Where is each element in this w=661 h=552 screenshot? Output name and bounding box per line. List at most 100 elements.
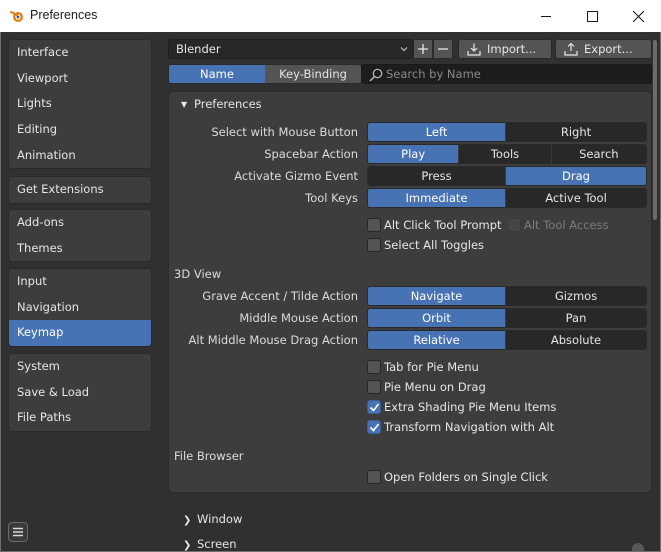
preferences-menu-button[interactable] <box>8 522 28 542</box>
chevron-right-icon: ❯ <box>183 515 192 526</box>
keymap-preset-dropdown[interactable]: Blender <box>168 39 413 59</box>
middle-mouse-action-label: Middle Mouse Action <box>239 311 358 325</box>
sidebar-item-themes[interactable]: Themes <box>9 236 151 262</box>
minimize-button[interactable] <box>523 0 569 32</box>
select-mouse-button-selector: Left Right <box>367 122 647 142</box>
checkbox-box <box>367 217 381 232</box>
tool-keys-label: Tool Keys <box>305 191 358 205</box>
option-right[interactable]: Right <box>506 123 646 141</box>
sidebar-item-save-load[interactable]: Save & Load <box>9 380 151 406</box>
checkbox-label: Open Folders on Single Click <box>384 470 548 484</box>
checkbox-box <box>507 217 521 232</box>
blender-logo-icon <box>10 11 23 22</box>
section-file-browser-title: File Browser <box>174 449 244 463</box>
spacebar-action-selector: Play Tools Search <box>367 144 647 164</box>
export-icon <box>564 43 578 56</box>
alt-middle-mouse-drag-selector: Relative Absolute <box>367 330 647 350</box>
plus-icon <box>418 44 428 54</box>
checkbox-label: Alt Tool Access <box>524 218 609 232</box>
select-all-toggles-checkbox[interactable]: Select All Toggles <box>367 237 485 254</box>
preset-value: Blender <box>176 42 221 56</box>
grave-accent-action-label: Grave Accent / Tilde Action <box>202 289 358 303</box>
sidebar-item-keymap[interactable]: Keymap <box>9 320 151 347</box>
sidebar-group-addons: Add-ons Themes <box>8 209 152 263</box>
vertical-scrollbar[interactable] <box>653 40 657 220</box>
sidebar-item-add-ons[interactable]: Add-ons <box>9 210 151 236</box>
option-relative[interactable]: Relative <box>368 331 507 349</box>
sidebar-item-interface[interactable]: Interface <box>9 40 151 66</box>
panel-header-label: Preferences <box>194 97 262 111</box>
sidebar-item-lights[interactable]: Lights <box>9 91 151 117</box>
option-navigate[interactable]: Navigate <box>368 287 507 305</box>
checkbox-box <box>367 469 381 484</box>
export-button[interactable]: Export... <box>555 39 652 59</box>
option-play[interactable]: Play <box>368 145 460 163</box>
extra-shading-pie-menu-items-checkbox[interactable]: Extra Shading Pie Menu Items <box>367 399 557 416</box>
checkbox-box <box>367 399 381 414</box>
checkbox-box <box>367 379 381 394</box>
tab-for-pie-menu-checkbox[interactable]: Tab for Pie Menu <box>367 359 479 376</box>
activate-gizmo-event-label: Activate Gizmo Event <box>234 169 358 183</box>
minus-icon <box>438 48 448 50</box>
checkbox-label: Tab for Pie Menu <box>384 360 479 374</box>
option-orbit[interactable]: Orbit <box>368 309 507 327</box>
alt-tool-access-checkbox[interactable]: Alt Tool Access <box>507 217 609 234</box>
section-label: Window <box>197 512 243 526</box>
section-window-collapsed[interactable]: ❯ Window <box>183 512 242 528</box>
hamburger-menu-icon <box>13 527 23 537</box>
tab-name[interactable]: Name <box>169 65 265 83</box>
sidebar-item-input[interactable]: Input <box>9 269 151 295</box>
option-press[interactable]: Press <box>368 167 507 185</box>
section-screen-collapsed[interactable]: ❯ Screen <box>183 537 237 552</box>
checkbox-label: Alt Click Tool Prompt <box>384 218 502 232</box>
option-drag[interactable]: Drag <box>506 167 646 185</box>
sidebar-group-editing: Interface Viewport Lights Editing Animat… <box>8 39 152 170</box>
sidebar-item-file-paths[interactable]: File Paths <box>9 405 151 431</box>
option-active-tool[interactable]: Active Tool <box>506 189 646 207</box>
search-placeholder: Search by Name <box>386 67 481 81</box>
add-preset-button[interactable] <box>413 39 433 59</box>
option-pan[interactable]: Pan <box>506 309 646 327</box>
option-absolute[interactable]: Absolute <box>506 331 646 349</box>
transform-navigation-with-alt-checkbox[interactable]: Transform Navigation with Alt <box>367 419 555 436</box>
option-left[interactable]: Left <box>368 123 507 141</box>
sidebar-item-animation[interactable]: Animation <box>9 143 151 169</box>
remove-preset-button[interactable] <box>433 39 453 59</box>
search-input[interactable]: Search by Name <box>361 64 652 84</box>
option-immediate[interactable]: Immediate <box>368 189 507 207</box>
activate-gizmo-event-selector: Press Drag <box>367 166 647 186</box>
alt-middle-mouse-drag-label: Alt Middle Mouse Drag Action <box>188 333 358 347</box>
import-button[interactable]: Import... <box>458 39 552 59</box>
resize-handle[interactable] <box>632 543 644 552</box>
section-3d-view-title: 3D View <box>174 267 222 281</box>
import-label: Import... <box>487 42 537 56</box>
sidebar-item-viewport[interactable]: Viewport <box>9 66 151 92</box>
close-button[interactable] <box>615 0 661 32</box>
checkbox-box <box>367 359 381 374</box>
keymap-filter-tabs: Name Key-Binding <box>168 64 362 84</box>
minimize-icon <box>541 16 551 17</box>
open-folders-single-click-checkbox[interactable]: Open Folders on Single Click <box>367 469 548 486</box>
sidebar-item-navigation[interactable]: Navigation <box>9 295 151 321</box>
tab-key-binding[interactable]: Key-Binding <box>265 65 361 83</box>
checkbox-label: Select All Toggles <box>384 238 485 252</box>
sidebar-item-editing[interactable]: Editing <box>9 117 151 143</box>
option-search[interactable]: Search <box>551 145 646 163</box>
checkbox-label: Extra Shading Pie Menu Items <box>384 400 557 414</box>
sidebar-item-system[interactable]: System <box>9 354 151 380</box>
sidebar-group-system: System Save & Load File Paths <box>8 353 152 433</box>
preferences-panel-header[interactable]: ▼ Preferences <box>181 97 262 112</box>
option-gizmos[interactable]: Gizmos <box>506 287 646 305</box>
close-icon <box>632 10 644 22</box>
middle-mouse-action-selector: Orbit Pan <box>367 308 647 328</box>
tool-keys-selector: Immediate Active Tool <box>367 188 647 208</box>
checkbox-box <box>367 419 381 434</box>
alt-click-tool-prompt-checkbox[interactable]: Alt Click Tool Prompt <box>367 217 502 234</box>
maximize-button[interactable] <box>569 0 615 32</box>
checkbox-label: Transform Navigation with Alt <box>384 420 555 434</box>
export-label: Export... <box>584 42 633 56</box>
checkbox-box <box>367 237 381 252</box>
pie-menu-on-drag-checkbox[interactable]: Pie Menu on Drag <box>367 379 486 396</box>
option-tools[interactable]: Tools <box>459 145 552 163</box>
sidebar-item-get-extensions[interactable]: Get Extensions <box>9 177 151 203</box>
